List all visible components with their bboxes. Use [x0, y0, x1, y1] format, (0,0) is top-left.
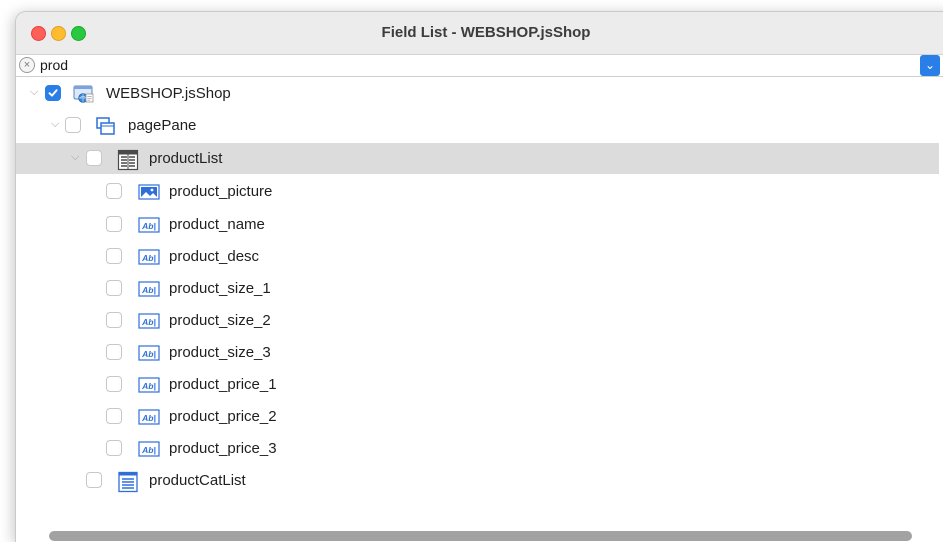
tree-row-field[interactable]: Ab| product_desc [16, 241, 939, 272]
tree-row-root[interactable]: ⌵ WEBSHOP.jsShop [16, 78, 939, 109]
field-checkbox[interactable] [106, 216, 122, 232]
list-icon [117, 471, 139, 498]
svg-text:Ab|: Ab| [141, 317, 156, 327]
field-checkbox[interactable] [106, 280, 122, 296]
field-label: product_price_3 [169, 440, 277, 457]
chevron-down-icon[interactable]: ⌵ [71, 151, 79, 164]
productlist-label: productList [149, 150, 223, 167]
picture-field-icon [138, 182, 160, 207]
svg-text:Ab|: Ab| [141, 285, 156, 295]
tree-row-field[interactable]: Ab| product_price_3 [16, 433, 939, 464]
root-form-label: WEBSHOP.jsShop [106, 85, 231, 102]
field-label: product_name [169, 216, 265, 233]
productcatlist-checkbox[interactable] [86, 472, 102, 488]
window-title: Field List - WEBSHOP.jsShop [381, 24, 591, 41]
list-view-icon [117, 149, 139, 176]
text-field-icon: Ab| [138, 439, 160, 464]
tree-row-field[interactable]: Ab| product_size_3 [16, 337, 939, 368]
tree-row-field[interactable]: Ab| product_size_2 [16, 305, 939, 336]
field-label: product_size_2 [169, 312, 271, 329]
field-label: product_price_1 [169, 376, 277, 393]
horizontal-scrollbar[interactable] [49, 531, 912, 541]
tree-row-productlist[interactable]: ⌵ productList [16, 143, 939, 174]
tree-row-productcatlist[interactable]: productCatList [16, 465, 939, 496]
pagepane-checkbox[interactable] [65, 117, 81, 133]
svg-text:Ab|: Ab| [141, 445, 156, 455]
tree-row-field[interactable]: Ab| product_name [16, 209, 939, 240]
field-label: product_desc [169, 248, 260, 265]
field-checkbox[interactable] [106, 183, 122, 199]
tree-row-pagepane[interactable]: ⌵ pagePane [16, 110, 939, 141]
svg-text:Ab|: Ab| [141, 381, 156, 391]
field-checkbox[interactable] [106, 312, 122, 328]
productlist-checkbox[interactable] [86, 150, 102, 166]
tree-row-field[interactable]: product_picture [16, 176, 939, 207]
text-field-icon: Ab| [138, 247, 160, 272]
text-field-icon: Ab| [138, 311, 160, 336]
title-bar[interactable]: Field List - WEBSHOP.jsShop [16, 12, 943, 55]
text-field-icon: Ab| [138, 279, 160, 304]
text-field-icon: Ab| [138, 215, 160, 240]
tree-row-field[interactable]: Ab| product_price_1 [16, 369, 939, 400]
tree-row-field[interactable]: Ab| product_size_1 [16, 273, 939, 304]
chevron-down-icon[interactable]: ⌵ [30, 86, 38, 99]
clear-search-icon[interactable]: × [19, 57, 35, 73]
field-checkbox[interactable] [106, 344, 122, 360]
field-list-window: Field List - WEBSHOP.jsShop × ⌄ ⌵ [15, 11, 943, 542]
page-pane-icon [95, 116, 117, 141]
search-input[interactable] [38, 55, 920, 75]
search-dropdown-button[interactable]: ⌄ [920, 55, 940, 76]
field-checkbox[interactable] [106, 408, 122, 424]
chevron-down-icon[interactable]: ⌵ [51, 118, 59, 131]
field-label: product_picture [169, 183, 273, 200]
text-field-icon: Ab| [138, 375, 160, 400]
svg-text:Ab|: Ab| [141, 221, 156, 231]
pagepane-label: pagePane [128, 117, 197, 134]
text-field-icon: Ab| [138, 407, 160, 432]
field-checkbox[interactable] [106, 440, 122, 456]
field-label: product_price_2 [169, 408, 277, 425]
productcatlist-label: productCatList [149, 472, 246, 489]
text-field-icon: Ab| [138, 343, 160, 368]
tree-row-field[interactable]: Ab| product_price_2 [16, 401, 939, 432]
field-checkbox[interactable] [106, 376, 122, 392]
svg-text:Ab|: Ab| [141, 413, 156, 423]
root-checkbox[interactable] [45, 85, 61, 101]
svg-text:Ab|: Ab| [141, 253, 156, 263]
field-label: product_size_1 [169, 280, 271, 297]
search-bar: × ⌄ [16, 55, 943, 77]
form-icon [73, 84, 95, 109]
field-checkbox[interactable] [106, 248, 122, 264]
field-label: product_size_3 [169, 344, 271, 361]
field-tree: ⌵ WEBSHOP.jsShop ⌵ pagePane ⌵ productLis… [16, 78, 943, 518]
svg-text:Ab|: Ab| [141, 349, 156, 359]
